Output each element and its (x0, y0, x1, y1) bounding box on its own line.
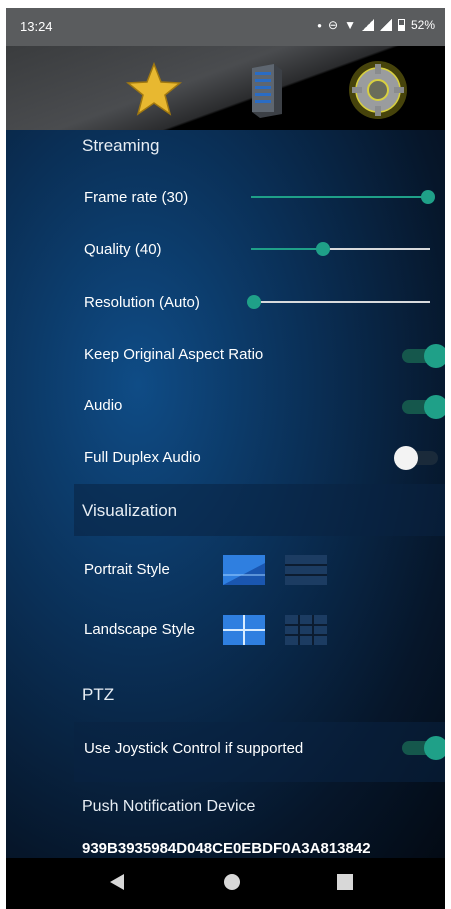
quality-label: Quality (40) (84, 241, 162, 258)
joystick-toggle[interactable] (398, 736, 445, 760)
frame-rate-slider-fill (251, 196, 428, 198)
section-header-ptz: PTZ (82, 685, 115, 704)
gear-icon[interactable] (346, 58, 410, 122)
status-bar: 13:24 ● ⊖ ▼ 52% (6, 8, 445, 46)
section-header-streaming: Streaming (82, 136, 160, 155)
resolution-slider-thumb[interactable] (247, 295, 261, 309)
navigation-bar (6, 858, 445, 909)
push-device-id: 939B3935984D048CE0EBDF0A3A813842 (82, 840, 371, 857)
frame-rate-label: Frame rate (30) (84, 189, 189, 206)
landscape-style-label: Landscape Style (84, 621, 195, 638)
server-icon[interactable] (234, 58, 298, 122)
joystick-label: Use Joystick Control if supported (84, 740, 304, 757)
full-duplex-toggle[interactable] (394, 446, 440, 470)
keep-aspect-label: Keep Original Aspect Ratio (84, 346, 264, 363)
phone-screen: 13:24 ● ⊖ ▼ 52% Streaming Frame rate (30… (6, 8, 445, 909)
recents-square-icon[interactable] (336, 872, 354, 892)
portrait-style-label: Portrait Style (84, 561, 170, 578)
section-header-visualization: Visualization (82, 501, 178, 520)
frame-rate-slider[interactable] (251, 190, 435, 204)
home-circle-icon[interactable] (222, 872, 242, 892)
battery-percent: 52% (410, 18, 435, 32)
quality-slider-thumb[interactable] (315, 242, 330, 256)
portrait-style-single-icon[interactable] (223, 555, 265, 585)
back-triangle-icon[interactable] (108, 872, 126, 892)
settings-content[interactable]: Streaming Frame rate (30) Quality (40) R… (6, 130, 445, 858)
quality-slider[interactable] (251, 242, 430, 256)
resolution-label: Resolution (Auto) (84, 294, 200, 311)
resolution-slider[interactable] (247, 295, 430, 309)
dnd-icon: ⊖ (328, 18, 339, 32)
audio-label: Audio (84, 397, 123, 414)
audio-toggle[interactable] (398, 395, 445, 419)
top-toolbar (6, 46, 445, 142)
quality-slider-fill (251, 248, 323, 250)
portrait-style-split-icon[interactable] (285, 555, 327, 585)
full-duplex-label: Full Duplex Audio (84, 449, 201, 466)
wifi-icon: ▼ (344, 18, 356, 32)
battery-icon (397, 19, 405, 31)
star-icon[interactable] (122, 58, 186, 122)
signal-icon-2 (379, 19, 392, 31)
signal-icon (361, 19, 374, 31)
status-icons: ● ⊖ ▼ 52% (317, 18, 435, 32)
keep-aspect-toggle[interactable] (398, 344, 445, 368)
frame-rate-slider-thumb[interactable] (421, 190, 435, 204)
status-time: 13:24 (20, 19, 53, 34)
section-header-push: Push Notification Device (82, 798, 256, 815)
landscape-style-quad-icon[interactable] (223, 615, 265, 645)
notification-dot-icon: ● (317, 20, 323, 30)
landscape-style-grid-icon[interactable] (285, 615, 327, 645)
